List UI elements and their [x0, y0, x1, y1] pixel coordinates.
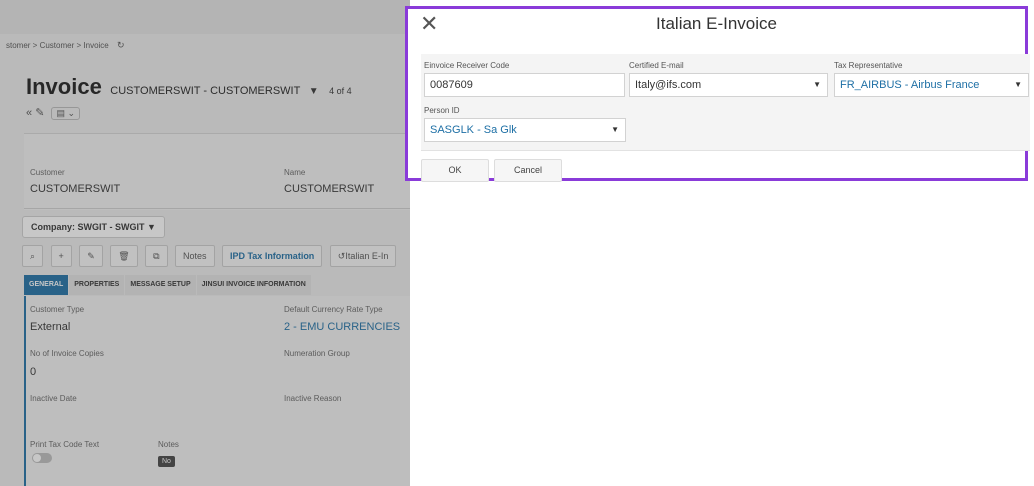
chevron-down-icon[interactable]: ▼ [611, 119, 619, 141]
record-selector[interactable]: CUSTOMERSWIT - CUSTOMERSWIT [110, 85, 300, 97]
chevron-down-icon[interactable]: ▼ [813, 74, 821, 96]
copy-icon[interactable]: ⧉ [145, 245, 168, 267]
page-actions: « ✎ ▤ ⌄ [26, 106, 81, 120]
italian-e-invoice-dialog: ✕ Italian E-Invoice Einvoice Receiver Co… [405, 6, 1030, 182]
italian-e-invoice-label: Italian E-In [345, 251, 389, 261]
company-label: Company: SWGIT - SWGIT [31, 222, 145, 232]
chevron-down-icon: ▼ [147, 222, 156, 232]
record-toolbar: ⌕ + ✎ 🗑 ⧉ Notes IPD Tax Information ↺Ita… [22, 245, 399, 267]
attachment-icon[interactable]: ✎ [35, 107, 44, 119]
certified-email-label: Certified E-mail [629, 61, 684, 70]
refresh-icon[interactable]: ↻ [117, 40, 125, 50]
tab-jinsui-invoice-information[interactable]: JINSUI INVOICE INFORMATION [196, 275, 311, 295]
numeration-group-label: Numeration Group [284, 349, 350, 358]
tax-representative-value: FR_AIRBUS - Airbus France [840, 79, 980, 91]
person-id-label: Person ID [424, 106, 460, 115]
customer-type-value: External [30, 321, 71, 333]
ipd-tax-information-button[interactable]: IPD Tax Information [221, 245, 323, 267]
customer-label: Customer [30, 168, 65, 177]
collapse-icon[interactable]: « [26, 107, 32, 119]
breadcrumb-item[interactable]: Invoice [83, 41, 108, 50]
name-value: CUSTOMERSWIT [284, 183, 375, 195]
record-count: 4 of 4 [329, 86, 352, 96]
dialog-title: Italian E-Invoice [656, 14, 777, 33]
add-icon[interactable]: + [50, 245, 72, 267]
divider [24, 208, 410, 209]
tab-bar: GENERAL PROPERTIES MESSAGE SETUP JINSUI INV… [24, 275, 312, 295]
tab-properties[interactable]: PROPERTIES [69, 275, 125, 295]
chevron-down-icon[interactable]: ▼ [1014, 74, 1022, 96]
header-card [24, 133, 410, 210]
customer-type-label: Customer Type [30, 305, 85, 314]
breadcrumb-item[interactable]: stomer [6, 41, 30, 50]
chevron-down-icon[interactable]: ▼ [309, 86, 319, 97]
notes-label: Notes [158, 440, 179, 449]
person-id-select[interactable]: SASGLK - Sa Glk ▼ [424, 118, 626, 142]
document-menu-icon[interactable]: ▤ ⌄ [51, 107, 81, 120]
notes-button[interactable]: Notes [175, 245, 215, 267]
currency-rate-type-label: Default Currency Rate Type [284, 305, 383, 314]
receiver-code-value: 0087609 [430, 79, 473, 91]
delete-icon[interactable]: 🗑 [110, 245, 138, 267]
search-icon[interactable]: ⌕ [22, 245, 44, 267]
cancel-button[interactable]: Cancel [494, 159, 562, 182]
name-label: Name [284, 168, 306, 177]
top-navigation-bar [0, 0, 410, 34]
invoice-copies-value: 0 [30, 366, 37, 378]
receiver-code-field[interactable]: 0087609 [424, 73, 625, 97]
tab-message-setup[interactable]: MESSAGE SETUP [125, 275, 196, 295]
breadcrumb-item[interactable]: Customer [40, 41, 75, 50]
certified-email-select[interactable]: Italy@ifs.com ▼ [629, 73, 828, 97]
invoice-copies-label: No of Invoice Copies [30, 349, 104, 358]
page-title: Invoice [26, 74, 102, 99]
breadcrumb: stomer > Customer > Invoice ↻ [6, 40, 125, 50]
person-id-value: SASGLK - Sa Glk [430, 124, 517, 136]
ok-button[interactable]: OK [421, 159, 489, 182]
certified-email-value: Italy@ifs.com [635, 79, 702, 91]
tax-representative-label: Tax Representative [834, 61, 903, 70]
inactive-date-label: Inactive Date [30, 394, 77, 403]
dialog-form: Einvoice Receiver Code 0087609 Certified… [421, 54, 1030, 151]
notes-badge: No [158, 456, 175, 467]
company-selector[interactable]: Company: SWGIT - SWGIT ▼ [22, 216, 165, 238]
print-tax-code-toggle[interactable] [32, 453, 52, 463]
edit-icon[interactable]: ✎ [79, 245, 103, 267]
background-page: stomer > Customer > Invoice ↻ Invoice CU… [0, 0, 410, 486]
inactive-reason-label: Inactive Reason [284, 394, 342, 403]
print-tax-code-label: Print Tax Code Text [30, 440, 100, 449]
currency-rate-type-value[interactable]: 2 - EMU CURRENCIES [284, 321, 400, 333]
tax-representative-select[interactable]: FR_AIRBUS - Airbus France ▼ [834, 73, 1029, 97]
page-title-row: Invoice CUSTOMERSWIT - CUSTOMERSWIT ▼ 4 … [26, 74, 352, 100]
customer-value: CUSTOMERSWIT [30, 183, 121, 195]
receiver-code-label: Einvoice Receiver Code [424, 61, 510, 70]
tab-general[interactable]: GENERAL [24, 275, 69, 295]
italian-e-invoice-button[interactable]: ↺Italian E-In [329, 245, 397, 267]
